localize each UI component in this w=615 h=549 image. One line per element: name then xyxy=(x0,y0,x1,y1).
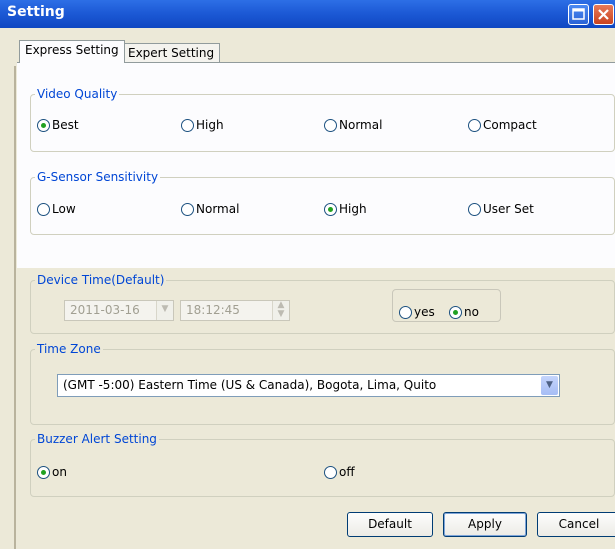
buzzer-legend: Buzzer Alert Setting xyxy=(37,432,157,446)
radio-label: Normal xyxy=(196,202,240,216)
tab-express-setting[interactable]: Express Setting xyxy=(19,40,125,63)
radio-label: High xyxy=(339,202,367,216)
video-quality-best-radio[interactable]: Best xyxy=(37,118,79,132)
video-quality-high-radio[interactable]: High xyxy=(181,118,224,132)
video-quality-legend: Video Quality xyxy=(37,87,118,101)
device-time-picker[interactable]: 18:12:45 ▲ ▼ xyxy=(180,300,290,321)
tab-expert-setting[interactable]: Expert Setting xyxy=(122,43,221,63)
settings-window: Setting Express Setting Expert Setting V… xyxy=(0,0,615,549)
gsensor-low-radio[interactable]: Low xyxy=(37,202,76,216)
device-time-yes-radio[interactable]: yes xyxy=(399,305,435,319)
panel-left-border xyxy=(14,66,16,549)
radio-checked-icon xyxy=(324,202,337,216)
video-quality-compact-radio[interactable]: Compact xyxy=(468,118,537,132)
radio-unchecked-icon xyxy=(181,118,194,132)
radio-label: on xyxy=(52,465,67,479)
radio-checked-icon xyxy=(449,305,462,319)
buzzer-group: Buzzer Alert Setting xyxy=(30,432,615,497)
device-time-no-radio[interactable]: no xyxy=(449,305,479,319)
time-spin-button[interactable]: ▲ ▼ xyxy=(272,301,289,320)
buzzer-off-radio[interactable]: off xyxy=(324,465,355,479)
chevron-down-icon[interactable]: ▼ xyxy=(541,376,558,395)
time-zone-select[interactable]: (GMT -5:00) Eastern Time (US & Canada), … xyxy=(57,374,560,397)
radio-checked-icon xyxy=(37,118,50,132)
radio-unchecked-icon xyxy=(37,202,50,216)
device-date-picker[interactable]: 2011-03-16 ▼ xyxy=(64,300,174,321)
radio-unchecked-icon xyxy=(399,305,412,319)
radio-unchecked-icon xyxy=(324,118,337,132)
radio-unchecked-icon xyxy=(468,202,481,216)
title-bar[interactable]: Setting xyxy=(0,0,615,28)
window-title: Setting xyxy=(7,4,65,20)
device-time-legend: Device Time(Default) xyxy=(37,273,165,287)
gsensor-high-radio[interactable]: High xyxy=(324,202,367,216)
radio-label: Low xyxy=(52,202,76,216)
radio-unchecked-icon xyxy=(468,118,481,132)
radio-label: yes xyxy=(414,305,435,319)
restore-icon xyxy=(572,8,585,20)
device-date-value: 2011-03-16 xyxy=(70,303,140,317)
close-icon xyxy=(598,9,609,20)
gsensor-normal-radio[interactable]: Normal xyxy=(181,202,239,216)
video-quality-normal-radio[interactable]: Normal xyxy=(324,118,382,132)
time-zone-value: (GMT -5:00) Eastern Time (US & Canada), … xyxy=(63,378,437,392)
restore-button[interactable] xyxy=(568,4,589,25)
time-zone-legend: Time Zone xyxy=(37,342,101,356)
radio-unchecked-icon xyxy=(181,202,194,216)
apply-button[interactable]: Apply xyxy=(443,512,527,537)
radio-label: Best xyxy=(52,118,79,132)
close-button[interactable] xyxy=(593,4,614,25)
radio-label: no xyxy=(464,305,479,319)
radio-label: off xyxy=(339,465,355,479)
gsensor-legend: G-Sensor Sensitivity xyxy=(37,170,159,184)
radio-checked-icon xyxy=(37,465,50,479)
device-time-value: 18:12:45 xyxy=(186,303,240,317)
default-button[interactable]: Default xyxy=(347,512,433,537)
radio-label: Normal xyxy=(339,118,383,132)
radio-label: User Set xyxy=(483,202,534,216)
radio-unchecked-icon xyxy=(324,465,337,479)
radio-label: High xyxy=(196,118,224,132)
gsensor-user-set-radio[interactable]: User Set xyxy=(468,202,534,216)
cancel-button[interactable]: Cancel xyxy=(537,512,615,537)
date-dropdown-button[interactable]: ▼ xyxy=(156,301,173,320)
radio-label: Compact xyxy=(483,118,537,132)
buzzer-on-radio[interactable]: on xyxy=(37,465,67,479)
